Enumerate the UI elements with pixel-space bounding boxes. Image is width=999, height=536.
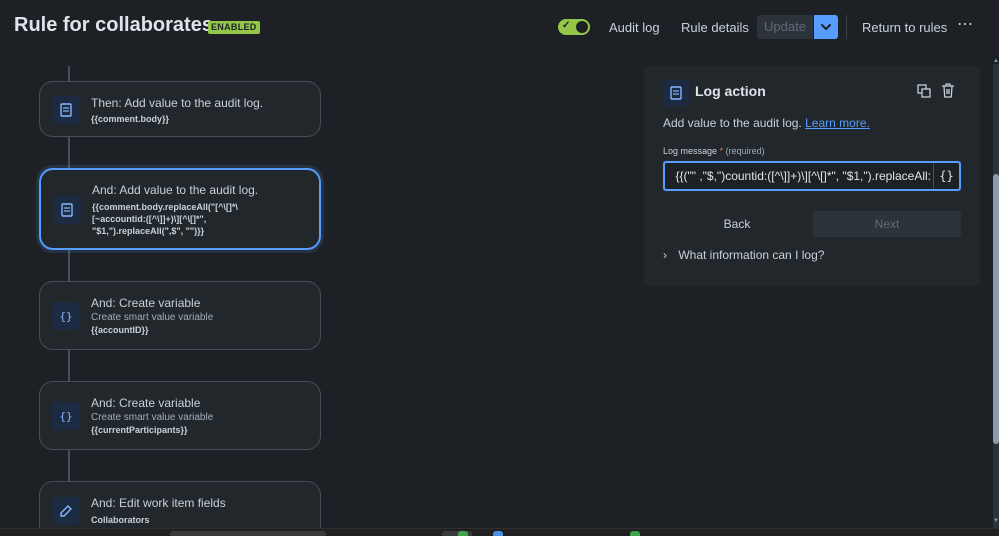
update-button[interactable]: Update bbox=[757, 15, 813, 39]
learn-more-link[interactable]: Learn more. bbox=[805, 116, 870, 130]
os-taskbar bbox=[0, 528, 999, 536]
log-message-label: Log message * (required) bbox=[663, 146, 765, 156]
node-value-line: {{comment.body.replaceAll("[^\[]*\ bbox=[92, 202, 238, 212]
flow-node-audit-log[interactable]: Then: Add value to the audit log. {{comm… bbox=[39, 81, 321, 137]
taskbar-app-icon[interactable] bbox=[458, 531, 468, 536]
flow-node-create-variable[interactable]: {} And: Create variable Create smart val… bbox=[39, 381, 321, 450]
audit-log-button[interactable]: Audit log bbox=[609, 20, 660, 35]
flow-connector bbox=[68, 137, 70, 169]
update-dropdown-button[interactable] bbox=[814, 15, 838, 39]
log-message-input[interactable] bbox=[665, 163, 935, 189]
rule-header: Rule for collaborates ENABLED ✓ Audit lo… bbox=[0, 0, 999, 58]
check-icon: ✓ bbox=[562, 20, 571, 31]
log-message-field: {} bbox=[663, 161, 961, 191]
header-divider bbox=[846, 15, 847, 39]
trash-icon[interactable] bbox=[941, 83, 955, 103]
flow-node-audit-log-selected[interactable]: And: Add value to the audit log. {{comme… bbox=[39, 168, 321, 250]
required-star: * bbox=[719, 146, 724, 156]
field-label-text: Log message bbox=[663, 146, 718, 156]
smart-value-button[interactable]: {} bbox=[933, 163, 959, 189]
svg-text:{}: {} bbox=[59, 410, 72, 423]
chevron-right-icon: › bbox=[663, 248, 667, 262]
required-note: (required) bbox=[725, 146, 765, 156]
panel-title: Log action bbox=[695, 83, 766, 99]
node-title: And: Add value to the audit log. bbox=[92, 183, 259, 197]
node-subtitle: Create smart value variable bbox=[91, 412, 214, 423]
taskbar-app-icon[interactable] bbox=[630, 531, 640, 536]
toggle-knob bbox=[576, 21, 588, 33]
flow-connector bbox=[68, 66, 70, 82]
node-title: And: Edit work item fields bbox=[91, 496, 226, 510]
flow-connector bbox=[68, 450, 70, 482]
node-title: And: Create variable bbox=[91, 296, 201, 310]
back-button[interactable]: Back bbox=[663, 211, 811, 237]
flow-connector bbox=[68, 250, 70, 282]
next-button[interactable]: Next bbox=[813, 211, 961, 237]
panel-description: Add value to the audit log. Learn more. bbox=[663, 116, 870, 130]
variable-icon: {} bbox=[52, 302, 80, 330]
node-value-line: [~accountid:([^\]]+)\][^\[]*", bbox=[92, 214, 207, 224]
flow-node-edit-fields[interactable]: And: Edit work item fields Collaborators bbox=[39, 481, 321, 533]
node-title: Then: Add value to the audit log. bbox=[91, 96, 264, 110]
flow-connector bbox=[68, 349, 70, 381]
taskbar-search[interactable] bbox=[170, 531, 326, 536]
edit-icon bbox=[52, 497, 80, 525]
rule-enabled-toggle[interactable]: ✓ bbox=[558, 19, 590, 35]
copy-icon[interactable] bbox=[917, 84, 931, 103]
log-icon bbox=[663, 80, 689, 106]
flow-node-create-variable[interactable]: {} And: Create variable Create smart val… bbox=[39, 281, 321, 350]
node-value: Collaborators bbox=[91, 515, 150, 525]
log-icon bbox=[52, 96, 80, 124]
return-to-rules-button[interactable]: Return to rules bbox=[862, 20, 947, 35]
node-value: {{currentParticipants}} bbox=[91, 425, 188, 435]
node-value-line: "$1,").replaceAll(",$", "")}} bbox=[92, 226, 205, 236]
node-title: And: Create variable bbox=[91, 396, 201, 410]
status-badge: ENABLED bbox=[208, 21, 260, 34]
chevron-down-icon bbox=[821, 24, 831, 30]
taskbar-app-icon[interactable] bbox=[493, 531, 503, 536]
scrollbar-thumb[interactable] bbox=[993, 174, 999, 444]
scroll-down-arrow[interactable]: ▼ bbox=[993, 518, 999, 524]
page-title: Rule for collaborates bbox=[14, 14, 213, 36]
more-icon[interactable]: ⋯ bbox=[957, 14, 974, 34]
info-label: What information can I log? bbox=[678, 248, 825, 262]
svg-text:{}: {} bbox=[59, 310, 72, 323]
log-action-panel: Log action Add value to the audit log. L… bbox=[644, 65, 980, 287]
scrollbar[interactable] bbox=[993, 64, 999, 528]
node-value: {{comment.body}} bbox=[91, 114, 170, 124]
description-text: Add value to the audit log. bbox=[663, 116, 802, 130]
node-subtitle: Create smart value variable bbox=[91, 312, 214, 323]
rule-details-button[interactable]: Rule details bbox=[681, 20, 749, 35]
info-expander[interactable]: › What information can I log? bbox=[663, 248, 824, 262]
log-icon bbox=[53, 196, 81, 224]
node-value: {{accountID}} bbox=[91, 325, 149, 335]
variable-icon: {} bbox=[52, 402, 80, 430]
